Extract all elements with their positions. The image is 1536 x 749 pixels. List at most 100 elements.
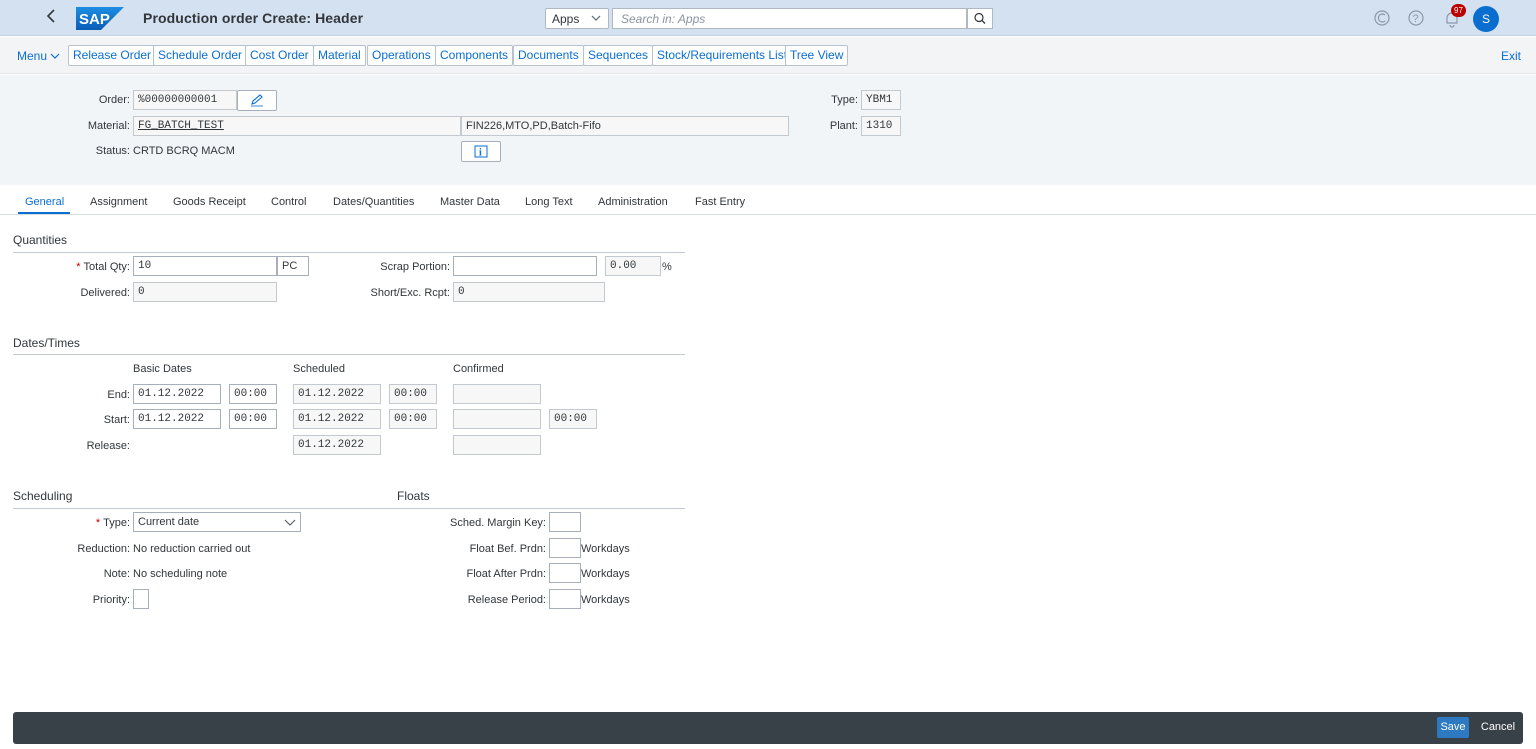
tab-long-text[interactable]: Long Text [525, 196, 573, 208]
end-basic-date-input[interactable]: 01.12.2022 [133, 384, 221, 404]
float-after-unit: Workdays [581, 568, 630, 580]
tab-bar: General Assignment Goods Receipt Control… [0, 185, 1536, 215]
sap-logo[interactable]: SAP [76, 7, 124, 30]
total-qty-label-text: Total Qty: [83, 261, 130, 273]
notification-badge: 97 [1451, 4, 1466, 17]
search-button[interactable] [967, 8, 993, 29]
footer-bar [13, 712, 1523, 744]
user-avatar[interactable]: S [1473, 6, 1499, 32]
reduction-label: Reduction: [77, 543, 130, 555]
scrap-percent-field: 0.00 [605, 256, 661, 276]
tab-fast-entry[interactable]: Fast Entry [695, 196, 745, 208]
short-exc-rcpt-field: 0 [453, 282, 605, 302]
note-value: No scheduling note [133, 568, 228, 580]
sequences-button[interactable]: Sequences [583, 45, 654, 66]
float-before-label: Float Bef. Prdn: [469, 543, 546, 555]
start-basic-time-input[interactable]: 00:00 [229, 409, 277, 429]
basic-dates-header: Basic Dates [133, 363, 192, 375]
start-basic-date-input[interactable]: 01.12.2022 [133, 409, 221, 429]
total-qty-label: * Total Qty: [40, 261, 130, 273]
back-icon[interactable] [44, 8, 64, 28]
end-scheduled-date-field: 01.12.2022 [293, 384, 381, 404]
components-button[interactable]: Components [435, 45, 514, 66]
start-scheduled-date-field: 01.12.2022 [293, 409, 381, 429]
priority-input[interactable] [133, 589, 149, 609]
release-period-input[interactable] [549, 589, 581, 609]
start-confirmed-date-field [453, 409, 541, 429]
type-label: Type: [831, 94, 858, 106]
float-after-label: Float After Prdn: [466, 568, 546, 580]
info-icon: i [462, 145, 500, 164]
svg-text:SAP: SAP [79, 11, 110, 28]
copilot-icon[interactable] [1372, 8, 1392, 28]
required-asterisk: * [76, 261, 81, 273]
edit-icon [238, 94, 276, 113]
release-order-button[interactable]: Release Order [68, 45, 157, 66]
tab-goods-receipt[interactable]: Goods Receipt [173, 196, 246, 208]
cancel-button[interactable]: Cancel [1479, 717, 1517, 738]
cost-order-button[interactable]: Cost Order [245, 45, 314, 66]
plant-field[interactable]: 1310 [861, 116, 901, 136]
delivered-field: 0 [133, 282, 277, 302]
start-confirmed-time-field: 00:00 [549, 409, 597, 429]
confirmed-header: Confirmed [453, 363, 504, 375]
search-scope-select[interactable]: Apps [545, 8, 609, 29]
status-value: CRTD BCRQ MACM [133, 145, 235, 157]
required-asterisk: * [95, 517, 101, 529]
end-label: End: [107, 389, 130, 401]
save-button[interactable]: Save [1437, 717, 1469, 738]
sched-type-label-text: Type: [103, 517, 130, 529]
sched-type-select[interactable]: Current date [133, 512, 301, 532]
tab-assignment[interactable]: Assignment [90, 196, 147, 208]
delivered-label: Delivered: [80, 287, 130, 299]
start-scheduled-time-field: 00:00 [389, 409, 437, 429]
note-label: Note: [103, 568, 130, 580]
chevron-down-icon [284, 516, 296, 531]
search-icon [968, 12, 992, 31]
operations-button[interactable]: Operations [367, 45, 436, 66]
reduction-value: No reduction carried out [133, 543, 251, 555]
menu-button[interactable]: Menu [17, 49, 60, 63]
margin-key-input[interactable] [549, 512, 581, 532]
order-field[interactable]: %00000000001 [133, 90, 237, 110]
tree-view-button[interactable]: Tree View [785, 45, 849, 66]
tab-master-data[interactable]: Master Data [440, 196, 500, 208]
schedule-order-button[interactable]: Schedule Order [153, 45, 248, 66]
total-qty-input[interactable]: 10 [133, 256, 277, 276]
section-divider [13, 252, 685, 253]
edit-order-button[interactable] [237, 90, 277, 111]
tab-general[interactable]: General [25, 196, 64, 208]
float-before-input[interactable] [549, 538, 581, 558]
scheduling-title: Scheduling [13, 489, 73, 503]
material-field[interactable]: FG_BATCH_TEST [133, 116, 461, 136]
search-input[interactable]: Search in: Apps [612, 8, 967, 29]
end-basic-time-input[interactable]: 00:00 [229, 384, 277, 404]
documents-button[interactable]: Documents [513, 45, 584, 66]
priority-label: Priority: [92, 594, 130, 606]
scrap-portion-label: Scrap Portion: [380, 261, 450, 273]
exit-button[interactable]: Exit [1501, 49, 1521, 63]
end-scheduled-time-field: 00:00 [389, 384, 437, 404]
total-qty-unit-input[interactable]: PC [277, 256, 309, 276]
scrap-portion-input[interactable] [453, 256, 597, 276]
sched-type-value: Current date [138, 516, 200, 528]
scheduled-header: Scheduled [293, 363, 345, 375]
search-scope-value: Apps [552, 12, 580, 26]
svg-text:?: ? [1413, 13, 1419, 25]
tab-control[interactable]: Control [271, 196, 306, 208]
app-title: Production order Create: Header [143, 10, 364, 26]
float-after-input[interactable] [549, 563, 581, 583]
status-label: Status: [95, 145, 130, 157]
svg-text:i: i [479, 148, 482, 159]
release-confirmed-date-field [453, 435, 541, 455]
type-field[interactable]: YBM1 [861, 90, 901, 110]
tab-administration[interactable]: Administration [598, 196, 668, 208]
end-confirmed-date-field [453, 384, 541, 404]
stock-requirements-list-button[interactable]: Stock/Requirements List [652, 45, 793, 66]
float-before-unit: Workdays [581, 543, 630, 555]
material-button[interactable]: Material [313, 45, 366, 66]
status-info-button[interactable]: i [461, 141, 501, 162]
help-icon[interactable]: ? [1406, 8, 1426, 28]
tab-dates-quantities[interactable]: Dates/Quantities [333, 196, 414, 208]
percent-sign: % [662, 261, 672, 273]
